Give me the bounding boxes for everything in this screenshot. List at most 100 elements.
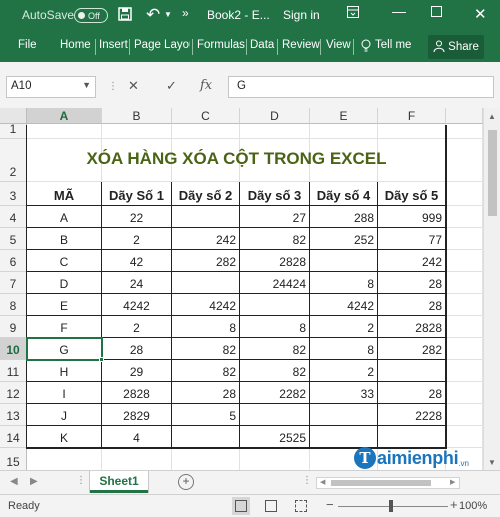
tab-page-layout[interactable]: Page Layout	[134, 39, 190, 51]
sheet-more-icon[interactable]: ⋮	[76, 475, 86, 486]
enter-icon[interactable]: ✓	[166, 78, 177, 94]
cell[interactable]	[446, 250, 483, 272]
table-cell[interactable]: G	[27, 338, 102, 360]
autosave-toggle[interactable]: Off	[74, 8, 108, 23]
scroll-thumb[interactable]	[488, 130, 497, 216]
chevron-down-icon[interactable]: ▼	[82, 80, 91, 90]
cell[interactable]	[446, 294, 483, 316]
table-cell[interactable]: 242	[172, 228, 240, 250]
row-header-11[interactable]: 11	[0, 360, 27, 382]
table-cell[interactable]: 2525	[240, 426, 310, 448]
table-cell[interactable]: 4242	[172, 294, 240, 316]
tab-view[interactable]: View	[326, 39, 351, 51]
table-cell[interactable]: 28	[102, 338, 172, 360]
cell[interactable]	[446, 139, 483, 182]
cell[interactable]	[446, 382, 483, 404]
table-cell[interactable]: 82	[172, 360, 240, 382]
table-cell[interactable]: 28	[378, 294, 446, 316]
tab-file[interactable]: File	[18, 39, 37, 51]
table-cell[interactable]: 42	[102, 250, 172, 272]
column-header-c[interactable]: C	[172, 108, 240, 124]
table-cell[interactable]	[172, 272, 240, 294]
table-cell[interactable]: F	[27, 316, 102, 338]
scroll-up-icon[interactable]: ▲	[488, 112, 496, 121]
save-icon[interactable]	[118, 7, 132, 21]
cell[interactable]	[446, 182, 483, 206]
tab-home[interactable]: Home	[60, 39, 91, 51]
cell[interactable]	[446, 426, 483, 448]
table-cell[interactable]: 2228	[378, 404, 446, 426]
table-cell[interactable]: 2829	[102, 404, 172, 426]
ribbon-display-icon[interactable]	[347, 6, 359, 18]
row-header-13[interactable]: 13	[0, 404, 27, 426]
table-cell[interactable]: 252	[310, 228, 378, 250]
cell[interactable]	[310, 448, 378, 472]
cell[interactable]	[378, 448, 446, 472]
scroll-left-icon[interactable]: ◀	[320, 478, 325, 486]
row-header-2[interactable]: 2	[0, 139, 27, 182]
row-header-4[interactable]: 4	[0, 206, 27, 228]
insert-function-icon[interactable]: fx	[200, 78, 212, 93]
zoom-level[interactable]: 100%	[459, 500, 487, 512]
cell[interactable]	[172, 448, 240, 472]
row-header-5[interactable]: 5	[0, 228, 27, 250]
add-sheet-button[interactable]: +	[178, 474, 194, 490]
table-cell[interactable]: 2	[102, 316, 172, 338]
next-sheet-icon[interactable]: ▶	[30, 476, 38, 487]
column-header-f[interactable]: F	[378, 108, 446, 124]
column-header-d[interactable]: D	[240, 108, 310, 124]
sign-in-link[interactable]: Sign in	[283, 8, 320, 22]
cell[interactable]	[446, 448, 483, 472]
table-cell[interactable]: 29	[102, 360, 172, 382]
cell[interactable]	[446, 404, 483, 426]
table-cell[interactable]: 999	[378, 206, 446, 228]
cell[interactable]	[102, 448, 172, 472]
table-cell[interactable]: E	[27, 294, 102, 316]
table-cell[interactable]: 2	[310, 316, 378, 338]
cell[interactable]	[446, 124, 483, 139]
row-header-1[interactable]: 1	[0, 122, 27, 139]
table-cell[interactable]: 82	[240, 360, 310, 382]
table-cell[interactable]: 2828	[102, 382, 172, 404]
table-cell[interactable]	[310, 426, 378, 448]
scroll-thumb[interactable]	[331, 480, 431, 486]
tab-review[interactable]: Review	[282, 39, 320, 51]
tell-me-search[interactable]: Tell me	[375, 39, 411, 51]
table-cell[interactable]: 288	[310, 206, 378, 228]
zoom-slider[interactable]	[338, 506, 448, 507]
share-button[interactable]: Share	[428, 35, 484, 59]
table-header-cell[interactable]: Dãy số 5	[378, 182, 446, 206]
table-cell[interactable]: 82	[240, 228, 310, 250]
normal-view-icon[interactable]	[232, 497, 250, 515]
row-header-10[interactable]: 10	[0, 338, 27, 360]
table-cell[interactable]	[240, 294, 310, 316]
column-header-e[interactable]: E	[310, 108, 378, 124]
table-cell[interactable]: 2	[102, 228, 172, 250]
table-cell[interactable]	[310, 250, 378, 272]
table-cell[interactable]: 33	[310, 382, 378, 404]
name-box[interactable]: A10 ▼	[6, 76, 96, 98]
table-cell[interactable]: 27	[240, 206, 310, 228]
zoom-slider-knob[interactable]	[389, 500, 393, 512]
row-header-8[interactable]: 8	[0, 294, 27, 316]
column-header-b[interactable]: B	[102, 108, 172, 124]
table-cell[interactable]: 28	[172, 382, 240, 404]
cell[interactable]	[446, 228, 483, 250]
cell[interactable]	[446, 206, 483, 228]
table-cell[interactable]: 4	[102, 426, 172, 448]
table-cell[interactable]: 8	[172, 316, 240, 338]
table-cell[interactable]	[172, 426, 240, 448]
formula-input[interactable]: G	[228, 76, 494, 98]
undo-icon[interactable]: ↶	[146, 5, 160, 25]
cell[interactable]	[27, 448, 102, 472]
table-cell[interactable]	[240, 404, 310, 426]
minimize-icon[interactable]: —	[392, 3, 406, 19]
customize-toolbar-icon[interactable]: »	[182, 6, 189, 20]
tab-data[interactable]: Data	[250, 39, 274, 51]
tab-insert[interactable]: Insert	[99, 39, 128, 51]
table-cell[interactable]: 28	[378, 272, 446, 294]
table-cell[interactable]: 82	[172, 338, 240, 360]
cell[interactable]	[240, 448, 310, 472]
table-cell[interactable]	[378, 360, 446, 382]
lightbulb-icon[interactable]	[361, 39, 371, 55]
